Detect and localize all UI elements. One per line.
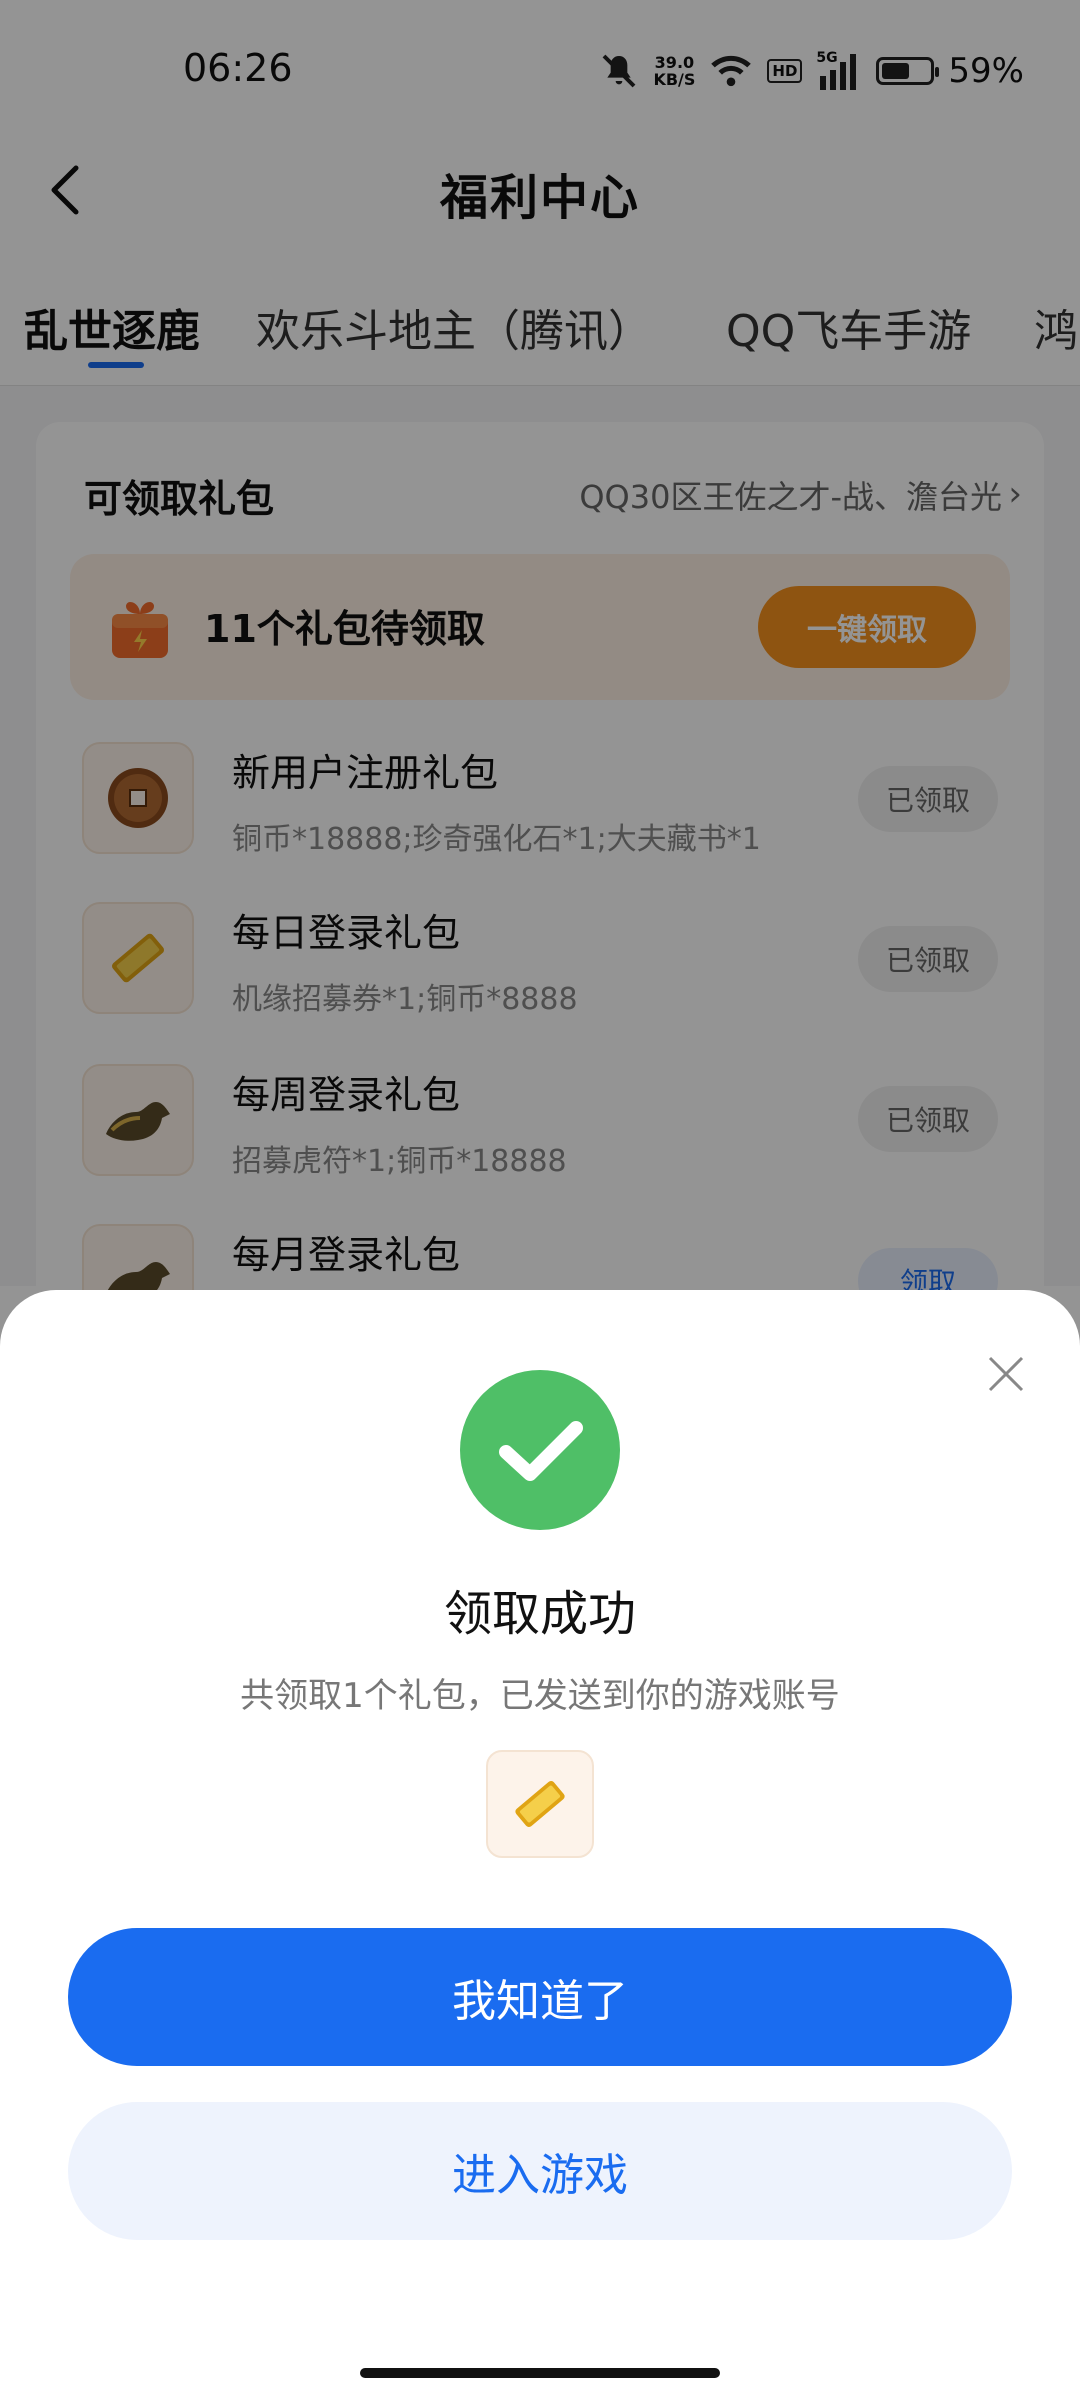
check-circle-icon <box>460 1370 620 1530</box>
acknowledge-button[interactable]: 我知道了 <box>68 1928 1012 2066</box>
scroll-ticket-icon <box>515 1781 565 1827</box>
enter-game-button[interactable]: 进入游戏 <box>68 2102 1012 2240</box>
close-icon[interactable] <box>986 1354 1026 1394</box>
reward-item-icon <box>486 1750 594 1858</box>
home-indicator[interactable] <box>360 2368 720 2378</box>
dialog-title: 领取成功 <box>443 1586 636 1642</box>
dialog-subtitle: 共领取1个礼包，已发送到你的游戏账号 <box>240 1676 840 1716</box>
